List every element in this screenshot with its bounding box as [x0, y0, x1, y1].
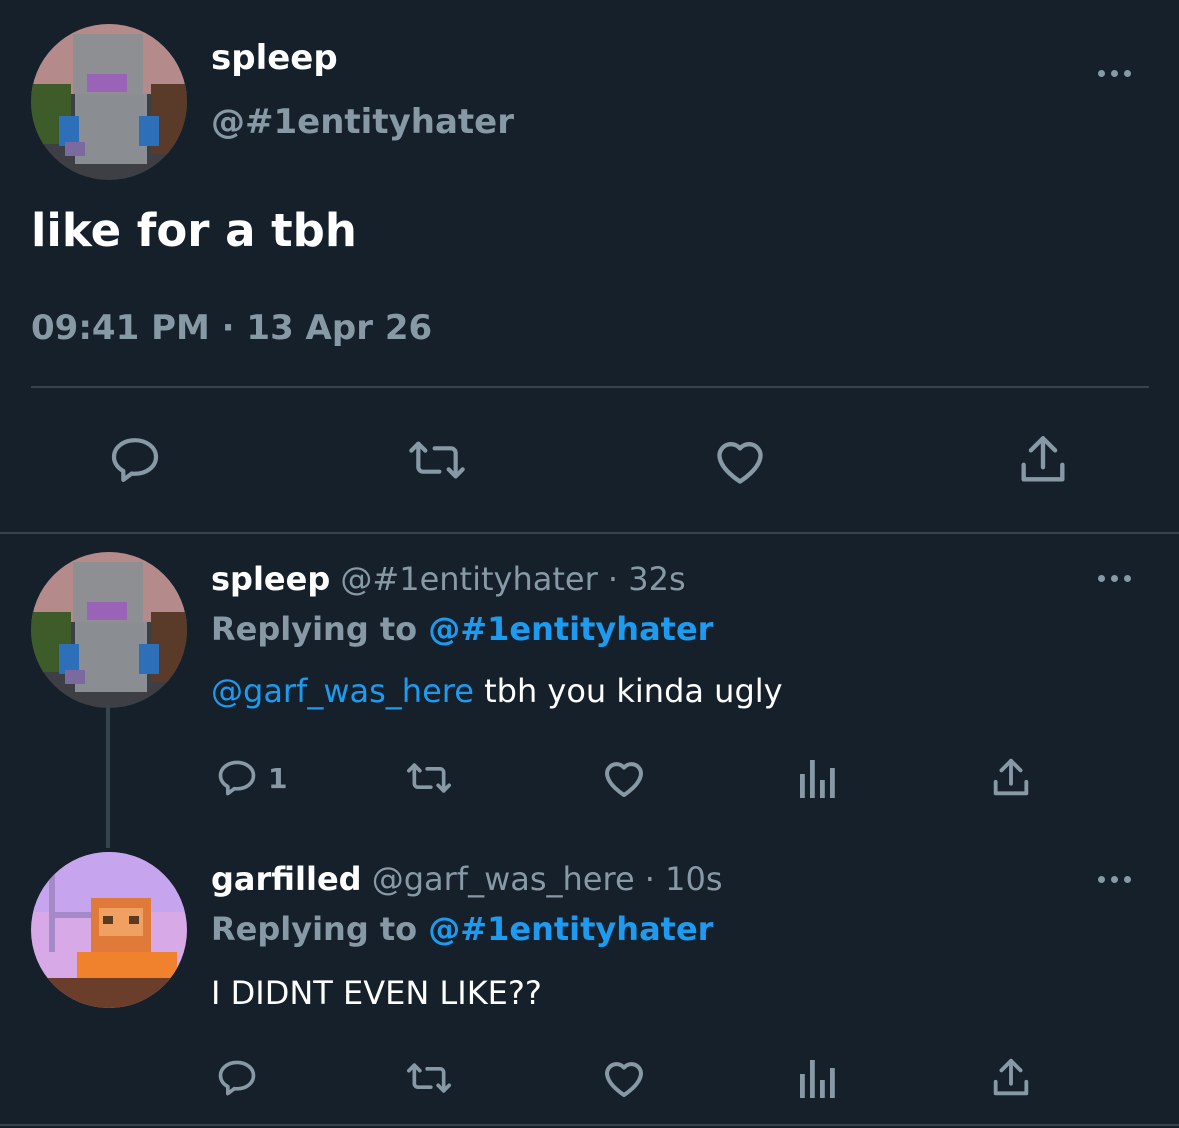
- reply-button[interactable]: 1: [214, 756, 287, 800]
- analytics-button[interactable]: [798, 756, 838, 800]
- like-icon: [717, 442, 763, 484]
- reply-count: 1: [268, 761, 288, 795]
- author-meta[interactable]: @#1entityhater · 32s: [340, 560, 685, 598]
- reply-text: I DIDNT EVEN LIKE??: [211, 974, 542, 1012]
- avatar-garfilled[interactable]: [31, 852, 187, 1008]
- share-icon: [1021, 436, 1065, 482]
- thread-connector: [106, 706, 110, 848]
- retweet-icon: [407, 1063, 451, 1093]
- more-options-icon[interactable]: [1098, 70, 1131, 77]
- replying-handle-link[interactable]: @#1entityhater: [428, 910, 713, 948]
- analytics-icon: [800, 760, 835, 798]
- replying-to: Replying to @#1entityhater: [211, 610, 713, 648]
- share-icon: [993, 1058, 1029, 1096]
- avatar-image: [31, 24, 187, 180]
- author-handle[interactable]: @#1entityhater: [211, 102, 514, 142]
- tweet-timestamp[interactable]: 09:41 PM · 13 Apr 26: [31, 308, 432, 348]
- analytics-button[interactable]: [798, 1056, 838, 1100]
- reply-body: tbh you kinda ugly: [473, 672, 783, 710]
- mention-link[interactable]: @garf_was_here: [211, 672, 474, 710]
- more-options-icon[interactable]: [1098, 876, 1131, 883]
- retweet-button[interactable]: [400, 756, 458, 800]
- divider: [0, 1124, 1179, 1126]
- reply-header: garfilled @garf_was_here · 10s: [211, 860, 723, 898]
- replying-label: Replying to: [211, 610, 418, 648]
- share-button[interactable]: [988, 1054, 1034, 1102]
- reply-icon: [111, 438, 159, 482]
- tweet-text: like for a tbh: [31, 204, 357, 257]
- like-button[interactable]: [600, 1054, 648, 1102]
- analytics-icon: [800, 1060, 835, 1098]
- replying-label: Replying to: [211, 910, 418, 948]
- author-name[interactable]: spleep: [211, 560, 330, 598]
- avatar-spleep[interactable]: [31, 24, 187, 180]
- share-icon: [993, 758, 1029, 796]
- like-button[interactable]: [710, 432, 770, 490]
- avatar-image: [31, 552, 187, 708]
- like-icon: [605, 1062, 643, 1097]
- retweet-icon: [409, 441, 465, 479]
- reply-icon: [218, 760, 256, 796]
- like-icon: [605, 762, 643, 797]
- share-button[interactable]: [988, 754, 1034, 802]
- share-button[interactable]: [1014, 430, 1072, 490]
- reply-button[interactable]: [106, 432, 164, 488]
- reply-icon: [218, 1060, 256, 1096]
- retweet-button[interactable]: [400, 1056, 458, 1100]
- retweet-button[interactable]: [404, 432, 470, 488]
- reply-button[interactable]: [214, 1056, 260, 1100]
- retweet-icon: [407, 763, 451, 793]
- like-button[interactable]: [600, 754, 648, 802]
- replying-to: Replying to @#1entityhater: [211, 910, 713, 948]
- replying-handle-link[interactable]: @#1entityhater: [428, 610, 713, 648]
- reply-header: spleep @#1entityhater · 32s: [211, 560, 686, 598]
- divider: [0, 532, 1179, 534]
- avatar-spleep[interactable]: [31, 552, 187, 708]
- divider: [31, 386, 1149, 388]
- more-options-icon[interactable]: [1098, 575, 1131, 582]
- author-name[interactable]: spleep: [211, 38, 338, 78]
- reply-text: @garf_was_here tbh you kinda ugly: [211, 672, 783, 710]
- avatar-image: [31, 852, 187, 1008]
- author-meta[interactable]: @garf_was_here · 10s: [372, 860, 723, 898]
- author-name[interactable]: garfilled: [211, 860, 362, 898]
